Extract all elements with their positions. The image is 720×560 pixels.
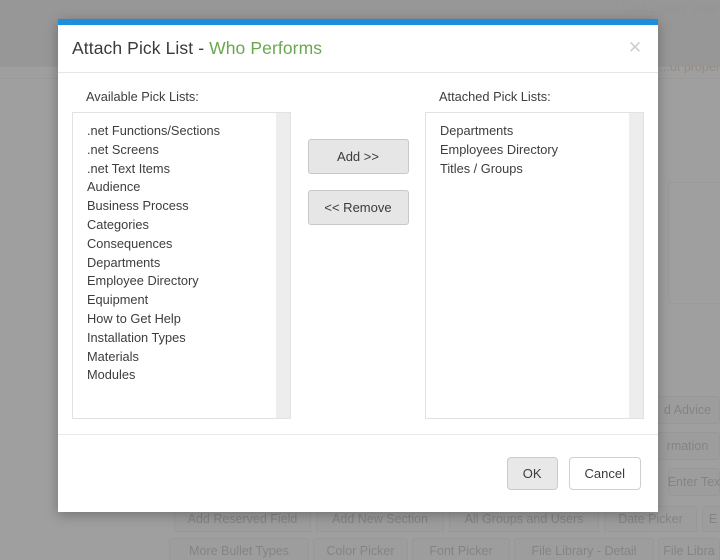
dialog-title-prefix: Attach Pick List - — [72, 38, 210, 58]
available-list-item[interactable]: .net Screens — [87, 141, 275, 160]
available-list-item[interactable]: Audience — [87, 178, 275, 197]
available-pick-lists-listbox[interactable]: .net Functions/Sections .net Screens .net … — [72, 112, 291, 419]
available-list-item[interactable]: Consequences — [87, 235, 275, 254]
available-list-item[interactable]: Categories — [87, 216, 275, 235]
close-icon[interactable]: ✕ — [625, 37, 645, 57]
remove-button[interactable]: << Remove — [307, 190, 409, 225]
available-list-item[interactable]: Modules — [87, 366, 275, 385]
available-list-item[interactable]: .net Functions/Sections — [87, 122, 275, 141]
available-listbox-scrollbar[interactable] — [276, 113, 290, 418]
available-items-container: .net Functions/Sections .net Screens .net … — [73, 113, 275, 418]
available-list-item[interactable]: Employee Directory — [87, 272, 275, 291]
attached-listbox-scrollbar[interactable] — [629, 113, 643, 418]
dialog-header: Attach Pick List - Who Performs ✕ — [58, 25, 658, 73]
attached-pick-lists-listbox[interactable]: Departments Employees Directory Titles / G… — [425, 112, 644, 419]
available-list-item[interactable]: Installation Types — [87, 329, 275, 348]
available-pick-lists-section: Available Pick Lists: .net Functions/Sec… — [72, 89, 291, 434]
attached-pick-lists-label: Attached Pick Lists: — [439, 89, 551, 104]
transfer-buttons-section: Add >> << Remove — [291, 89, 425, 434]
attached-list-item[interactable]: Titles / Groups — [440, 160, 628, 179]
available-list-item[interactable]: Business Process — [87, 197, 275, 216]
transfer-buttons: Add >> << Remove — [307, 112, 409, 225]
ok-button[interactable]: OK — [506, 457, 558, 490]
available-list-item[interactable]: Materials — [87, 348, 275, 367]
available-pick-lists-label: Available Pick Lists: — [86, 89, 199, 104]
add-button[interactable]: Add >> — [307, 139, 409, 174]
attached-list-item[interactable]: Employees Directory — [440, 141, 628, 160]
available-list-item[interactable]: How to Get Help — [87, 310, 275, 329]
available-list-item[interactable]: .net Text Items — [87, 160, 275, 179]
dialog-body: Available Pick Lists: .net Functions/Sec… — [58, 73, 658, 434]
available-list-item[interactable]: Equipment — [87, 291, 275, 310]
cancel-button[interactable]: Cancel — [568, 457, 641, 490]
dialog-title: Attach Pick List - Who Performs — [72, 38, 322, 59]
attach-pick-list-dialog: Attach Pick List - Who Performs ✕ Availa… — [58, 19, 658, 512]
screen: Last Edited: User ...ut proper d Advicer… — [0, 0, 720, 560]
dialog-title-subject: Who Performs — [209, 38, 323, 58]
available-list-item[interactable]: Departments — [87, 254, 275, 273]
attached-items-container: Departments Employees Directory Titles / G… — [426, 113, 628, 418]
attached-list-item[interactable]: Departments — [440, 122, 628, 141]
attached-pick-lists-section: Attached Pick Lists: Departments Employee… — [425, 89, 644, 434]
dialog-footer: OK Cancel — [58, 434, 658, 512]
